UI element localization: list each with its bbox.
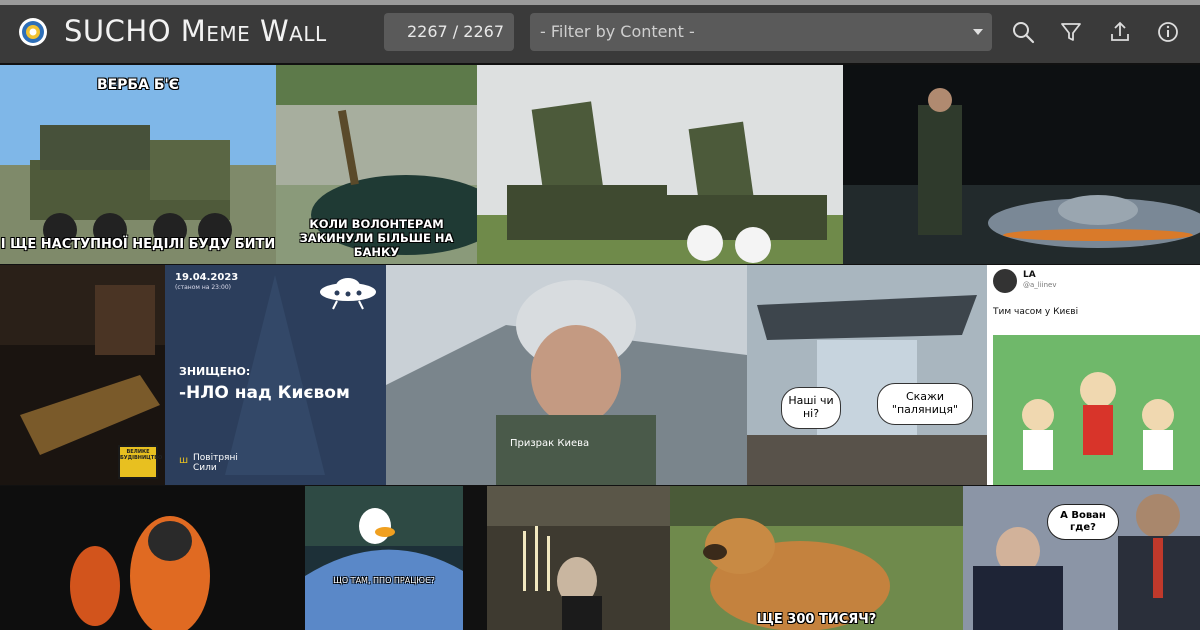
app-title: SUCHO Meme Wall bbox=[64, 14, 327, 48]
meme-zelensky-ufo[interactable] bbox=[843, 65, 1200, 264]
meme-duck-bed[interactable]: ЩО ТАМ, ППО ПРАЦЮЄ? bbox=[305, 486, 463, 630]
tweet-name: LA bbox=[1023, 270, 1036, 280]
meme-counter: 2267 / 2267 bbox=[384, 13, 514, 51]
avatar bbox=[993, 269, 1017, 293]
badge-text: ВЕЛИКЕ БУДІВНИЦТВО bbox=[120, 449, 163, 461]
meme-caption: ВЕРБА Б'Є bbox=[96, 77, 180, 93]
meme-patriot-systems[interactable] bbox=[477, 65, 843, 264]
meme-caption: КОЛИ ВОЛОНТЕРАМ ЗАКИНУЛИ БІЛЬШЕ НА БАНКУ bbox=[299, 217, 454, 259]
meme-church-candles[interactable] bbox=[487, 486, 670, 630]
ufo-destroyed-label: ЗНИЩЕНО: bbox=[179, 365, 251, 378]
chevron-down-icon bbox=[973, 29, 983, 35]
speech-bubble-left: Наші чи ні? bbox=[781, 387, 841, 429]
ufo-destroyed-item: -НЛО над Києвом bbox=[179, 383, 350, 403]
app-header: SUCHO Meme Wall 2267 / 2267 - Filter by … bbox=[0, 5, 1200, 63]
pilot-caption: Призрак Киева bbox=[510, 438, 590, 449]
speech-bubble: А Вован где? bbox=[1047, 504, 1119, 540]
filter-placeholder: - Filter by Content - bbox=[540, 22, 695, 41]
speech-bubble-right: Скажи "паляниця" bbox=[877, 383, 973, 425]
meme-dog-300k[interactable]: ЩЕ 300 ТИСЯЧ? bbox=[670, 486, 963, 630]
tweet-handle: @a_liinev bbox=[1023, 281, 1057, 289]
search-icon[interactable] bbox=[1010, 19, 1036, 45]
sucho-logo[interactable] bbox=[18, 17, 48, 47]
ufo-time: (станом на 23:00) bbox=[175, 284, 231, 291]
meme-caption: ЩО ТАМ, ППО ПРАЦЮЄ? bbox=[333, 576, 435, 585]
meme-ufo-destroyed-panel[interactable]: 19.04.2023 (станом на 23:00) ЗНИЩЕНО: -Н… bbox=[165, 265, 386, 485]
meme-hazmat-suits[interactable] bbox=[0, 486, 305, 630]
meme-caption: ЩЕ 300 ТИСЯЧ? bbox=[756, 612, 877, 627]
meme-night-city[interactable]: ВЕЛИКЕ БУДІВНИЦТВО bbox=[0, 265, 165, 485]
meme-tweet-cossacks[interactable]: LA @a_liinev Тим часом у Києві bbox=[987, 265, 1200, 485]
ufo-date: 19.04.2023 bbox=[175, 272, 239, 283]
upload-icon[interactable] bbox=[1107, 19, 1133, 45]
ufo-footer: Повітряні Сили bbox=[193, 453, 238, 473]
meme-ghost-of-kyiv-pilot[interactable]: Призрак Киева bbox=[386, 265, 747, 485]
meme-vovan-duma[interactable]: А Вован где? bbox=[963, 486, 1200, 630]
meme-volunteers-car[interactable]: КОЛИ ВОЛОНТЕРАМ ЗАКИНУЛИ БІЛЬШЕ НА БАНКУ bbox=[276, 65, 477, 264]
tweet-text: Тим часом у Києві bbox=[993, 307, 1079, 317]
meme-verba-rocket-truck[interactable]: ВЕРБА Б'Є І ЩЕ НАСТУПНОЇ НЕДІЛІ БУДУ БИТ… bbox=[0, 65, 276, 264]
info-icon[interactable] bbox=[1155, 19, 1181, 45]
meme-ufo-ship-soldiers[interactable]: Наші чи ні? Скажи "паляниця" bbox=[747, 265, 987, 485]
filter-content-select[interactable]: - Filter by Content - bbox=[530, 13, 992, 51]
filter-icon[interactable] bbox=[1058, 19, 1084, 45]
meme-caption: І ЩЕ НАСТУПНОЇ НЕДІЛІ БУДУ БИТИ bbox=[0, 237, 276, 252]
